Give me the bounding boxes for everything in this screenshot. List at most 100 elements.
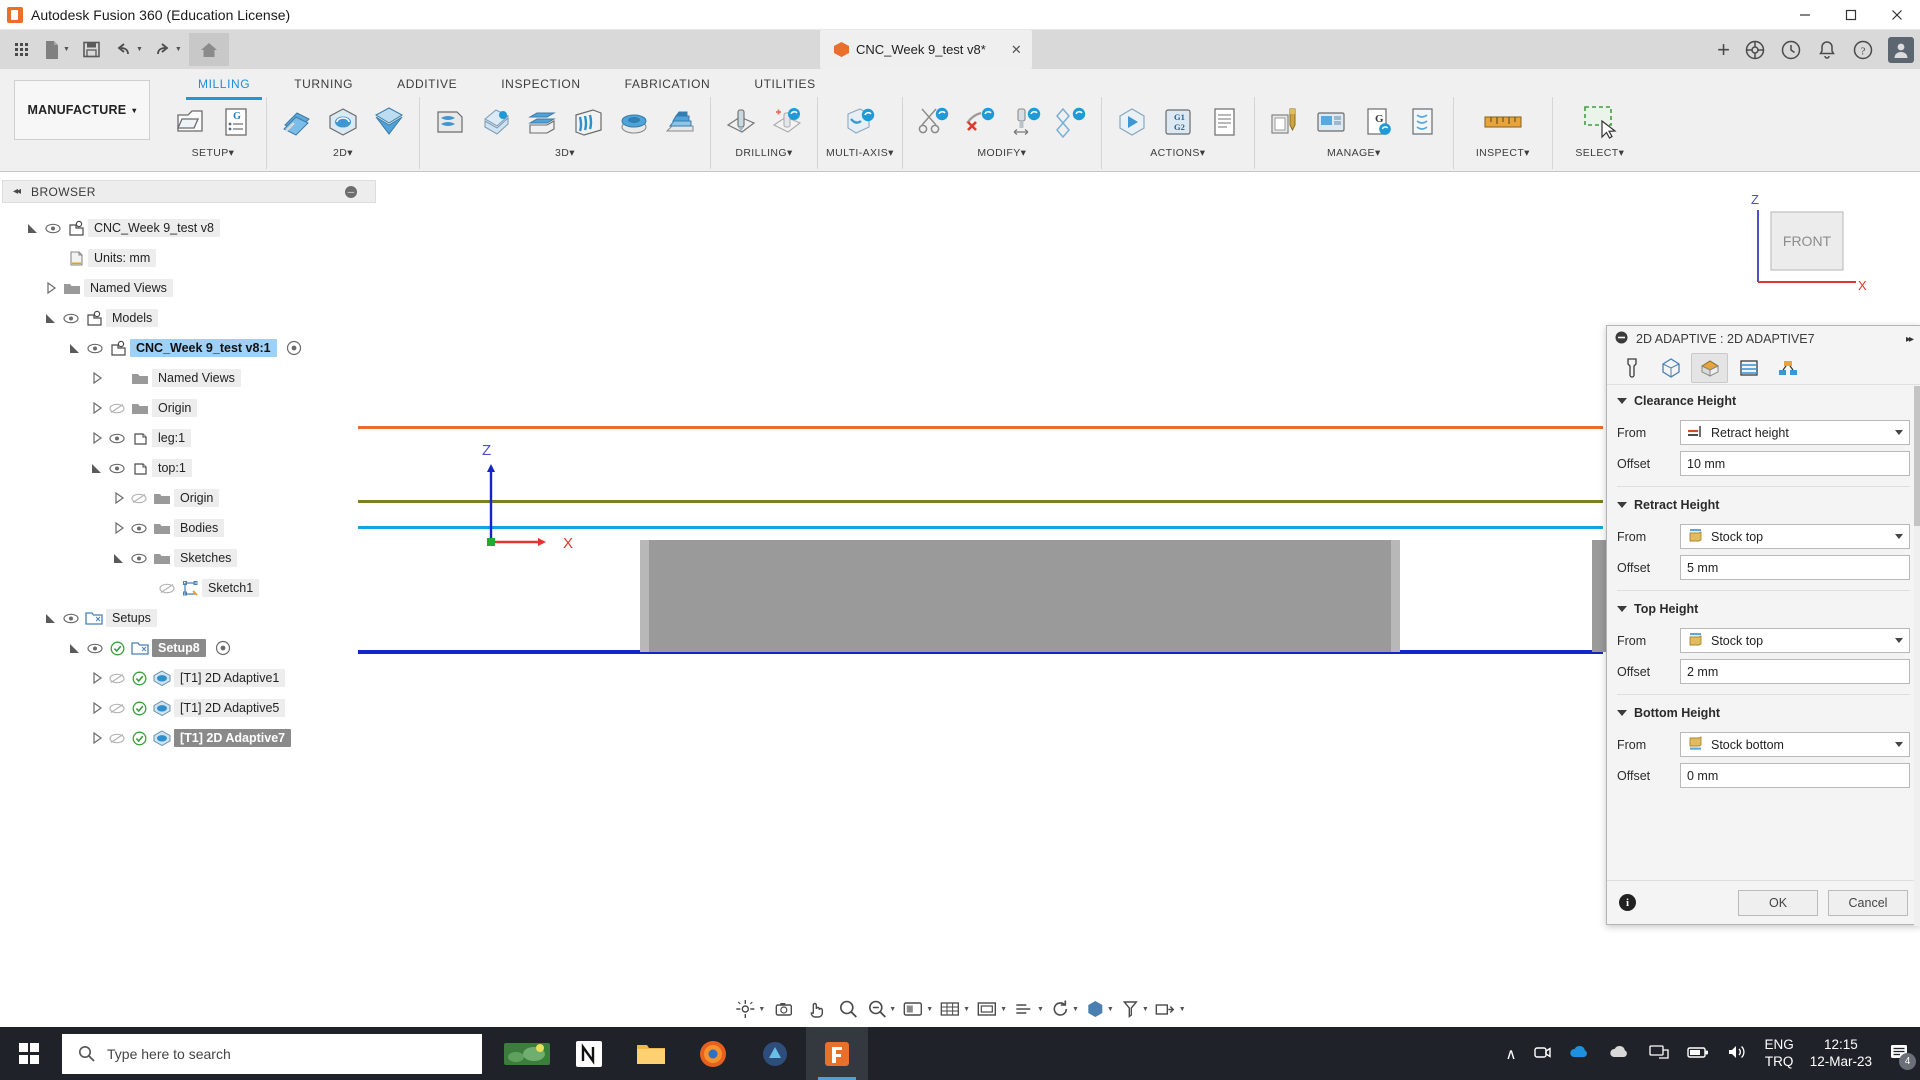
undo-icon[interactable]: ▼ [111,33,146,66]
machine-library-icon[interactable] [1309,99,1353,145]
viewports-icon[interactable]: ▼ [974,995,1009,1023]
info-icon[interactable]: i [1619,894,1636,911]
taskbar-firefox[interactable] [682,1027,744,1080]
tree-row-named-views-nested[interactable]: Named Views [0,363,380,393]
save-icon[interactable] [77,33,107,66]
visibility-eye-icon[interactable] [128,523,150,534]
onedrive-grey-icon[interactable] [1608,1043,1632,1064]
screen-recorder-icon[interactable] [1532,1043,1552,1064]
visibility-eye-icon[interactable] [60,313,82,324]
tab-turning[interactable]: TURNING [272,73,375,97]
document-tab[interactable]: CNC_Week 9_test v8* ✕ [820,30,1032,69]
pan-icon[interactable] [801,995,831,1023]
tool-tab[interactable] [1613,353,1650,383]
tree-row-leg[interactable]: leg:1 [0,423,380,453]
expand-arrow-collapsed-icon[interactable] [110,522,128,534]
redo-icon[interactable]: ▼ [150,33,185,66]
generate-icon[interactable]: G [1355,99,1399,145]
taskbar-fusion-viewer[interactable] [744,1027,806,1080]
section-header[interactable]: Top Height [1617,593,1910,625]
close-button[interactable] [1874,0,1920,30]
tree-row-root[interactable]: CNC_Week 9_test v8 [0,213,380,243]
expand-arrow-collapsed-icon[interactable] [88,402,106,414]
home-button[interactable] [188,33,229,66]
show-hidden-icons-chevron[interactable]: ∧ [1505,1045,1516,1063]
appearance-icon[interactable]: ▼ [1083,995,1116,1023]
notifications-bell-icon[interactable] [1816,39,1838,61]
simulate-icon[interactable] [1110,99,1154,145]
view-cube[interactable]: FRONT Z X [1738,192,1868,307]
visibility-eye-hidden-icon[interactable] [156,583,178,594]
clock[interactable]: 12:15 12-Mar-23 [1810,1037,1872,1071]
taskbar-fusion360[interactable] [806,1027,868,1080]
contour-icon[interactable] [612,99,656,145]
expand-arrow-collapsed-icon[interactable] [88,732,106,744]
panel-label-2d[interactable]: 2D▾ [333,147,353,159]
zoom-fit-icon[interactable]: ▼ [865,995,898,1023]
minimize-icon[interactable]: ─ [345,185,357,198]
tab-additive[interactable]: ADDITIVE [375,73,479,97]
expand-arrow-expanded-icon[interactable] [110,552,128,564]
action-center-icon[interactable]: 4 [1888,1042,1916,1070]
avatar[interactable] [1888,36,1914,63]
dialog-scrollbar[interactable] [1914,386,1920,926]
tree-row-bodies[interactable]: Bodies [0,513,380,543]
visibility-eye-hidden-icon[interactable] [128,493,150,504]
tree-row-op-adaptive1[interactable]: [T1] 2D Adaptive1 [0,663,380,693]
extensions-icon[interactable] [1744,39,1766,61]
setup-sheet-icon[interactable] [1202,99,1246,145]
template-icon[interactable] [1401,99,1445,145]
2d-adaptive-icon[interactable] [321,99,365,145]
expand-arrow-expanded-icon[interactable] [24,222,42,234]
panel-label-multi-axis[interactable]: MULTI-AXIS▾ [826,147,894,159]
expand-arrow-collapsed-icon[interactable] [88,702,106,714]
close-icon[interactable]: ✕ [1011,42,1022,58]
expand-arrow-expanded-icon[interactable] [88,462,106,474]
visibility-eye-icon[interactable] [128,553,150,564]
visibility-eye-icon[interactable] [84,643,106,654]
expand-arrow-expanded-icon[interactable] [42,612,60,624]
section-header[interactable]: Retract Height [1617,489,1910,521]
onedrive-blue-icon[interactable] [1568,1043,1592,1064]
2d-pocket-icon[interactable] [367,99,411,145]
activate-setup-icon[interactable] [212,640,234,656]
from-dropdown[interactable]: Retract height [1680,420,1910,445]
tool-filter-icon[interactable]: ▼ [1118,995,1151,1023]
linking-tab[interactable] [1769,353,1806,383]
section-header[interactable]: Bottom Height [1617,697,1910,729]
tree-row-setup8[interactable]: Setup8 [0,633,380,663]
orbit-icon[interactable]: ▼ [732,995,767,1023]
drill-icon[interactable] [719,99,763,145]
dock-right-icon[interactable]: ▸▸ [1906,334,1914,345]
tab-inspection[interactable]: INSPECTION [479,73,602,97]
visibility-eye-icon[interactable] [60,613,82,624]
trim-icon[interactable] [911,99,955,145]
zoom-icon[interactable] [833,995,863,1023]
tree-row-op-adaptive7[interactable]: [T1] 2D Adaptive7 [0,723,380,753]
offset-input[interactable]: 0 mm [1680,763,1910,788]
heights-tab[interactable] [1691,353,1728,383]
battery-icon[interactable] [1686,1044,1710,1063]
expand-arrow-expanded-icon[interactable] [42,312,60,324]
expand-arrow-expanded-icon[interactable] [66,642,84,654]
geometry-tab[interactable] [1652,353,1689,383]
activate-component-icon[interactable] [283,340,305,356]
collapse-icon[interactable]: ◂◂ [13,186,21,197]
new-tab-button[interactable]: + [1717,37,1730,63]
taskbar-file-explorer[interactable] [620,1027,682,1080]
taskbar-weather[interactable] [496,1027,558,1080]
tree-row-origin[interactable]: Origin [0,393,380,423]
refresh-icon[interactable]: ▼ [1048,995,1081,1023]
passes-tab[interactable] [1730,353,1767,383]
expand-arrow-collapsed-icon[interactable] [88,672,106,684]
network-icon[interactable] [1648,1043,1670,1064]
panel-label-select[interactable]: SELECT▾ [1575,147,1624,159]
expand-arrow-expanded-icon[interactable] [66,342,84,354]
grid-snaps-icon[interactable]: ▼ [937,995,972,1023]
expand-arrow-collapsed-icon[interactable] [42,282,60,294]
new-document-icon[interactable]: ▼ [40,33,73,66]
visibility-eye-icon[interactable] [84,343,106,354]
tree-row-models[interactable]: Models [0,303,380,333]
select-window-icon[interactable] [1575,99,1625,145]
panel-label-drilling[interactable]: DRILLING▾ [735,147,792,159]
